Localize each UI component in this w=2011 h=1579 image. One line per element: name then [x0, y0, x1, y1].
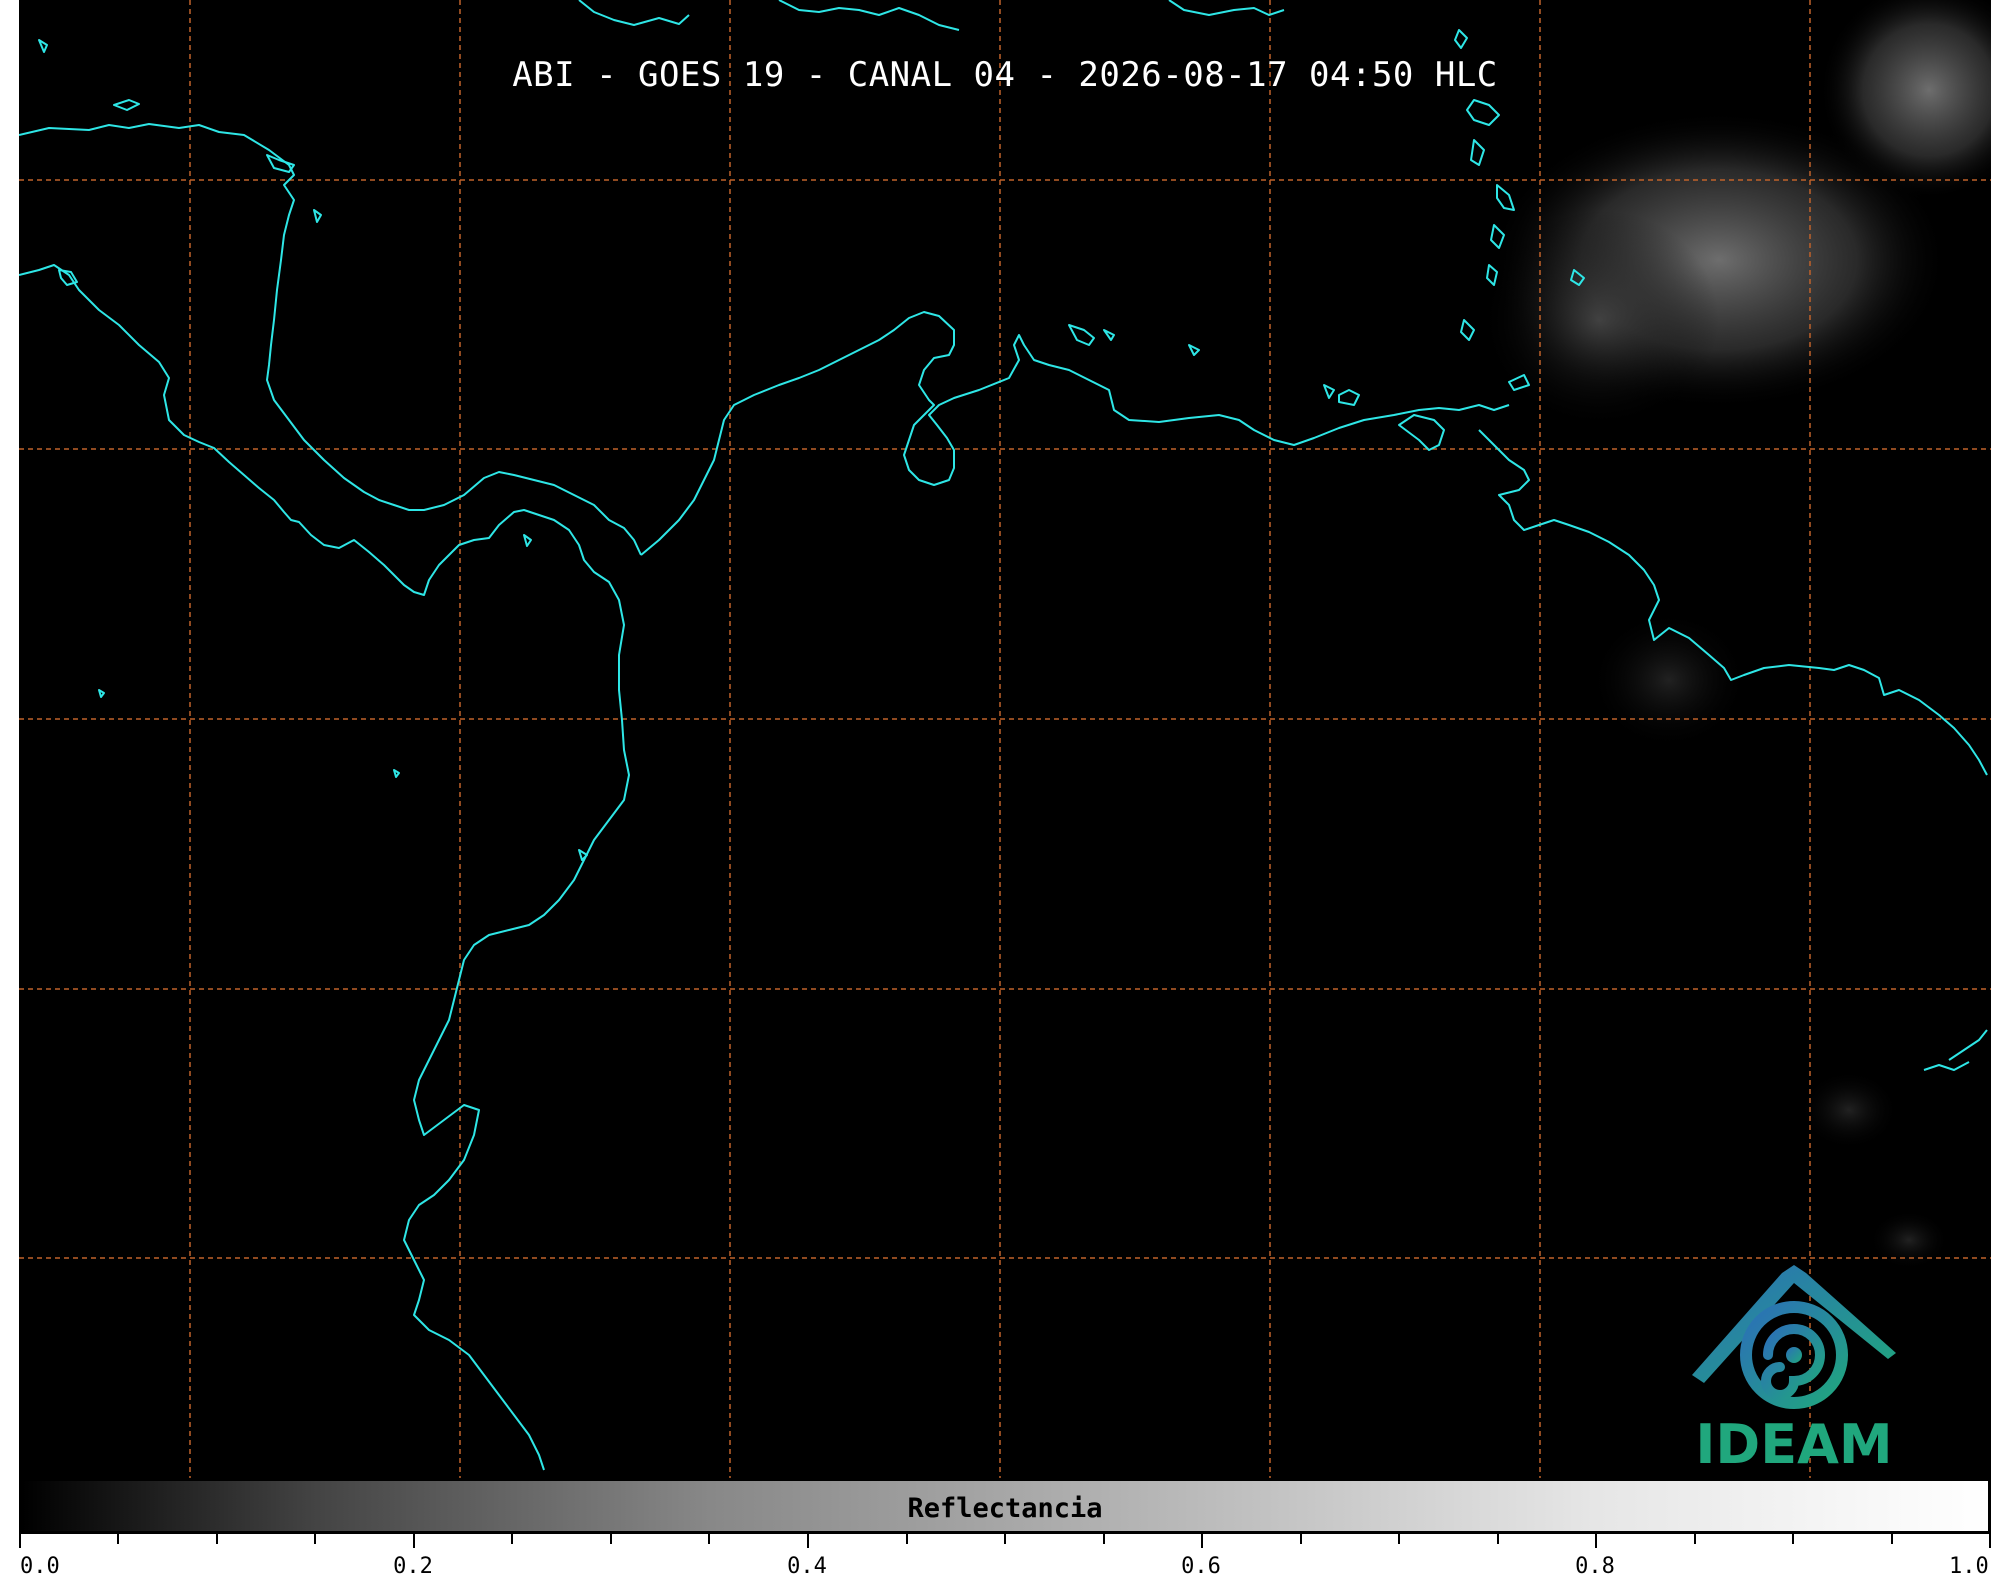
- cloud-cover: [1479, 0, 1991, 1270]
- colorbar: Reflectancia: [19, 1478, 1991, 1534]
- tick-label-4: 0.8: [1575, 1554, 1615, 1579]
- tick-label-0: 0.0: [20, 1554, 60, 1579]
- ideam-logo-text: IDEAM: [1695, 1413, 1893, 1476]
- colorbar-ticks: 0.0 0.2 0.4 0.6 0.8 1.0: [19, 1534, 1991, 1579]
- ideam-logo: IDEAM: [1664, 1255, 1924, 1476]
- map-title: ABI - GOES 19 - CANAL 04 - 2026-08-17 04…: [512, 55, 1498, 95]
- colorbar-label: Reflectancia: [907, 1493, 1103, 1524]
- tick-label-3: 0.6: [1181, 1554, 1221, 1579]
- ideam-logo-icon: [1692, 1265, 1896, 1409]
- tick-label-2: 0.4: [787, 1554, 827, 1579]
- tick-label-1: 0.2: [393, 1554, 433, 1579]
- satellite-map: ABI - GOES 19 - CANAL 04 - 2026-08-17 04…: [19, 0, 1991, 1478]
- tick-label-5: 1.0: [1949, 1554, 1989, 1579]
